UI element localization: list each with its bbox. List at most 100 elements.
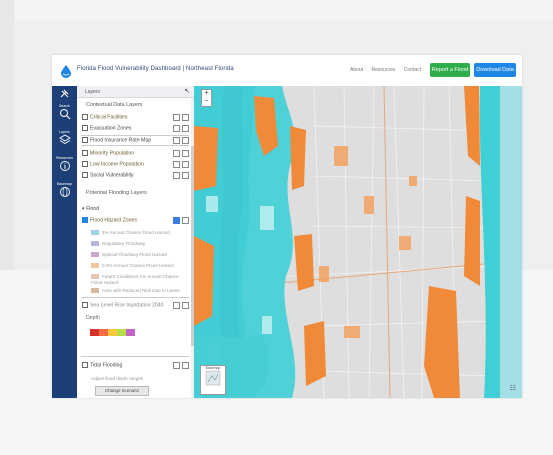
- settings-icon[interactable]: [182, 172, 189, 179]
- layer-checkbox[interactable]: [82, 114, 88, 120]
- map-view[interactable]: [194, 86, 522, 398]
- flood-group-row[interactable]: ▾ Flood: [82, 206, 99, 212]
- legend-swatch: [91, 252, 99, 258]
- zoom-in-button[interactable]: +: [202, 90, 211, 98]
- layer-label: Flood Insurance Rate Map: [90, 137, 152, 144]
- legend-label: Area with Reduced Risk Due to Levee: [102, 288, 180, 293]
- basemap-toggle[interactable]: Basemap: [200, 365, 226, 395]
- zoom-out-button[interactable]: −: [202, 98, 211, 106]
- layer-label: Low Income Population: [90, 161, 144, 168]
- rail-layers[interactable]: Layers: [52, 130, 77, 146]
- water-drop-logo-icon: [61, 65, 71, 78]
- expand-icon[interactable]: ▾: [82, 206, 85, 212]
- divider: [81, 297, 189, 298]
- layer-checkbox[interactable]: [82, 362, 88, 368]
- flood-layer-row[interactable]: Flood Hazard Zones: [82, 217, 137, 223]
- layer-checkbox[interactable]: [82, 302, 88, 308]
- rail-tools[interactable]: [52, 89, 77, 98]
- legend-swatch: [91, 274, 99, 279]
- layer-checkbox[interactable]: [82, 161, 88, 167]
- rail-search[interactable]: Search: [52, 104, 77, 120]
- settings-icon[interactable]: [182, 114, 189, 121]
- legend-icon[interactable]: [173, 161, 180, 168]
- rail-resources[interactable]: Resources: [52, 156, 77, 172]
- layer-checkbox[interactable]: [82, 125, 88, 131]
- nav-contact[interactable]: Contact: [404, 67, 421, 73]
- layer-row-5[interactable]: Social Vulnerability: [82, 172, 134, 178]
- layer-label: Flood Hazard Zones: [90, 217, 137, 224]
- panel-header: Layers ↖: [77, 86, 194, 98]
- flood-group-label: Flood: [86, 206, 100, 212]
- settings-icon[interactable]: [182, 161, 189, 168]
- legend-swatch: [91, 263, 99, 269]
- layer-tools: [171, 362, 189, 371]
- legend-label: Future Conditions 1% Annual Chance Flood…: [91, 274, 179, 285]
- legend-icon[interactable]: [173, 137, 180, 144]
- layers-icon: [58, 134, 71, 145]
- globe-icon: [59, 187, 70, 197]
- layer-row-4[interactable]: Low Income Population: [82, 161, 144, 167]
- nav-about[interactable]: About: [350, 67, 363, 73]
- tidal-layer-row[interactable]: Tidal Flooding: [82, 362, 122, 368]
- report-flood-button[interactable]: Report a Flood: [430, 63, 470, 77]
- layer-row-2[interactable]: Flood Insurance Rate Map: [82, 137, 151, 143]
- app-title: Florida Flood Vulnerability Dashboard | …: [77, 66, 234, 72]
- rail-basemap[interactable]: Basemap: [52, 182, 77, 198]
- header-nav: About Resources Contact: [350, 67, 428, 73]
- layer-row-3[interactable]: Minority Population: [82, 150, 134, 156]
- legend-icon[interactable]: [173, 150, 180, 157]
- nav-resources[interactable]: Resources: [371, 67, 395, 73]
- divider: [81, 135, 189, 136]
- layer-label: Sea Level Rise Inundation 2040: [90, 302, 164, 309]
- settings-icon[interactable]: [182, 150, 189, 157]
- depth-swatch: [108, 329, 117, 336]
- tools-icon: [60, 89, 68, 98]
- sea-level-layer-row[interactable]: Sea Level Rise Inundation 2040: [82, 302, 174, 309]
- flood-map-canvas[interactable]: [194, 86, 522, 398]
- change-scenario-button[interactable]: Change Scenario: [95, 386, 149, 396]
- legend-icon[interactable]: [173, 172, 180, 179]
- legend-label: Regulatory Floodway: [102, 241, 146, 246]
- zoom-control: + −: [201, 89, 212, 107]
- layer-checkbox[interactable]: [82, 172, 88, 178]
- legend-icon[interactable]: [173, 302, 180, 309]
- page-top-strip: [14, 0, 553, 20]
- layer-checkbox[interactable]: [82, 137, 88, 143]
- layer-row-1[interactable]: Evacuation Zones: [82, 125, 132, 131]
- depth-swatch: [90, 329, 99, 336]
- settings-icon[interactable]: [182, 125, 189, 132]
- legend-icon[interactable]: [173, 125, 180, 132]
- download-data-button[interactable]: Download Data: [474, 63, 516, 77]
- layer-tools: [171, 217, 189, 226]
- depth-color-ramp: [90, 329, 135, 338]
- settings-icon[interactable]: [182, 362, 189, 369]
- layer-label: Tidal Flooding: [90, 362, 123, 369]
- depth-swatch: [117, 329, 126, 336]
- settings-icon[interactable]: [182, 302, 189, 309]
- panel-title: Layers: [85, 89, 101, 95]
- settings-icon[interactable]: [182, 137, 189, 144]
- legend-icon[interactable]: [173, 217, 180, 224]
- layer-checkbox[interactable]: [82, 150, 88, 156]
- legend-item: 1% Annual Chance Flood Hazard: [91, 230, 170, 236]
- settings-icon[interactable]: [182, 217, 189, 224]
- app-window: Florida Flood Vulnerability Dashboard | …: [52, 55, 522, 398]
- legend-icon[interactable]: [173, 114, 180, 121]
- legend-icon[interactable]: [173, 362, 180, 369]
- layer-checkbox[interactable]: [82, 217, 88, 223]
- legend-swatch: [91, 230, 99, 236]
- map-attribution-icon[interactable]: ☷: [510, 384, 516, 392]
- legend-item: 0.2% Annual Chance Flood Hazard: [91, 263, 174, 269]
- basemap-thumbnail-icon: [205, 370, 221, 386]
- page-left-strip: [0, 0, 14, 270]
- layer-tools: [171, 114, 189, 123]
- rail-resources-label: Resources: [56, 156, 73, 160]
- layer-label: Minority Population: [90, 150, 135, 157]
- depth-swatch: [99, 329, 108, 336]
- layer-tools: [171, 172, 189, 181]
- section-flooding-title: Potential Flooding Layers: [86, 190, 147, 196]
- layer-label: Critical Facilities: [90, 114, 128, 121]
- collapse-panel-icon[interactable]: ↖: [184, 87, 190, 95]
- layer-row-0[interactable]: Critical Facilities: [82, 114, 127, 120]
- divider: [81, 145, 189, 146]
